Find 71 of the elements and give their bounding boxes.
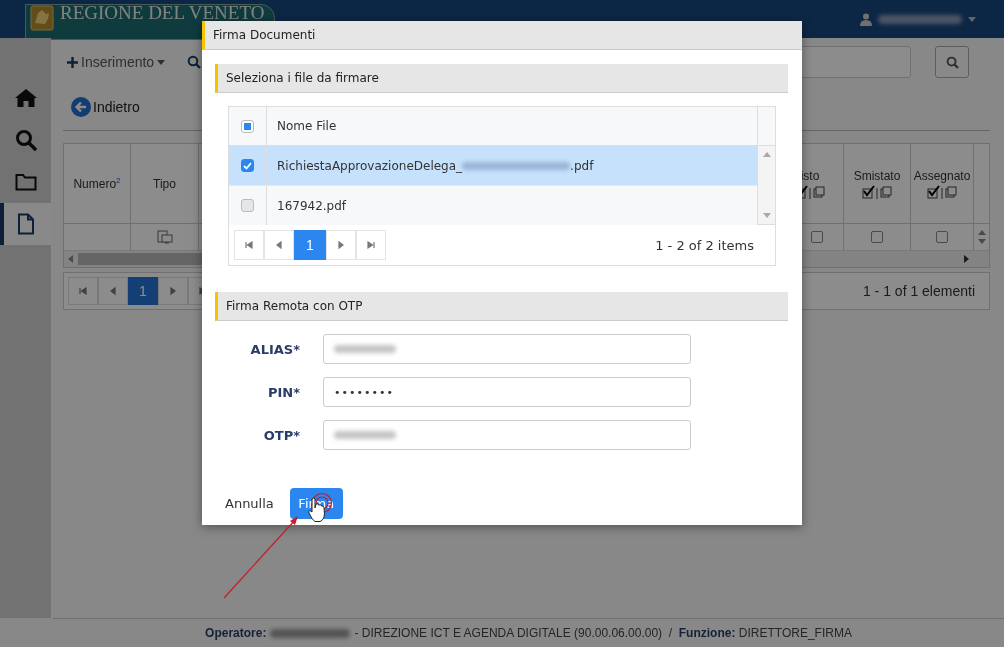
file-row[interactable]: 167942.pdf xyxy=(229,186,757,225)
document-type-icon xyxy=(156,230,173,244)
input-field[interactable] xyxy=(323,334,691,364)
caret-icon[interactable] xyxy=(968,16,976,22)
column-header[interactable]: Nome File xyxy=(277,119,337,133)
user-icon[interactable] xyxy=(860,12,872,26)
search-icon xyxy=(14,129,37,151)
pager-summary: 1 - 1 of 1 elementi xyxy=(862,283,976,299)
document-icon xyxy=(16,213,35,235)
plus-icon xyxy=(67,56,78,68)
column-header[interactable]: Numero$^{2}$ xyxy=(73,176,121,191)
select-all-checkbox[interactable] xyxy=(241,119,254,133)
first-page-button[interactable] xyxy=(68,277,98,305)
next-page-icon xyxy=(168,286,178,296)
pin-field[interactable]: •••••••• xyxy=(323,377,691,407)
emblem-icon xyxy=(30,5,54,31)
search-icon xyxy=(945,55,959,69)
column-header[interactable]: isto xyxy=(800,168,820,183)
file-checkbox[interactable] xyxy=(241,159,254,172)
operator-details: - DIREZIONE ICT E AGENDA DIGITALE (90.00.06.00.00) / Funzione: DIRETTORE_FIRMA xyxy=(354,626,852,640)
caret-icon xyxy=(157,59,166,65)
first-page-icon xyxy=(78,286,88,296)
input-field[interactable] xyxy=(323,420,691,450)
home-icon xyxy=(13,88,38,108)
scroll-down-icon[interactable] xyxy=(762,213,771,218)
page-button[interactable]: 1 xyxy=(128,277,158,305)
redacted-text xyxy=(334,345,396,353)
last-page-icon xyxy=(366,240,376,250)
file-extension: .pdf xyxy=(570,158,594,173)
sidebar-item[interactable] xyxy=(0,203,51,245)
insert-menu[interactable]: Inserimento xyxy=(67,54,166,70)
file-row[interactable]: RichiestaApprovazioneDelega_ .pdf xyxy=(229,146,757,186)
next-page-button[interactable] xyxy=(326,230,356,260)
section-title: Firma Remota con OTP xyxy=(226,299,363,313)
select-toggle-icon[interactable] xyxy=(927,184,957,199)
file-name: 167942.pdf xyxy=(277,198,347,213)
next-page-button[interactable] xyxy=(158,277,188,305)
field-label: PIN* xyxy=(266,384,300,400)
row-checkbox[interactable] xyxy=(871,231,883,243)
search-icon[interactable] xyxy=(187,55,202,69)
dialog-title: Firma Documenti xyxy=(213,28,316,42)
file-checkbox[interactable] xyxy=(241,199,254,212)
row-checkbox[interactable] xyxy=(811,231,823,243)
page-button[interactable]: 1 xyxy=(294,230,326,260)
pager-summary: 1 - 2 of 2 items xyxy=(655,237,755,253)
previous-page-icon xyxy=(108,286,118,296)
column-header[interactable]: Tipo xyxy=(153,176,176,191)
previous-page-button[interactable] xyxy=(264,230,294,260)
row-checkbox[interactable] xyxy=(936,231,948,243)
first-page-icon xyxy=(244,240,254,250)
select-toggle-icon[interactable] xyxy=(862,184,892,199)
field-label: ALIAS* xyxy=(249,341,300,357)
scroll-up-icon[interactable] xyxy=(762,152,771,157)
column-header[interactable]: Assegnato xyxy=(913,168,971,183)
brand-name: REGIONE DEL VENETO xyxy=(60,4,265,22)
redacted-text xyxy=(334,431,396,439)
previous-page-button[interactable] xyxy=(98,277,128,305)
back-link[interactable]: Indietro xyxy=(93,99,140,115)
folder-icon xyxy=(14,173,37,191)
search-button[interactable] xyxy=(935,46,969,78)
back-icon[interactable] xyxy=(71,97,91,117)
scroll-up-icon[interactable] xyxy=(977,230,986,235)
first-page-button[interactable] xyxy=(234,230,264,260)
section-title: Seleziona i file da firmare xyxy=(226,71,379,85)
field-label: OTP* xyxy=(262,427,300,443)
column-header[interactable]: Smistato xyxy=(853,168,901,183)
operator-label: Operatore: xyxy=(205,626,267,640)
last-page-button[interactable] xyxy=(356,230,386,260)
scroll-down-icon[interactable] xyxy=(977,239,986,244)
file-name: RichiestaApprovazioneDelega_ xyxy=(277,158,463,173)
cancel-link[interactable]: Annulla xyxy=(225,496,274,511)
